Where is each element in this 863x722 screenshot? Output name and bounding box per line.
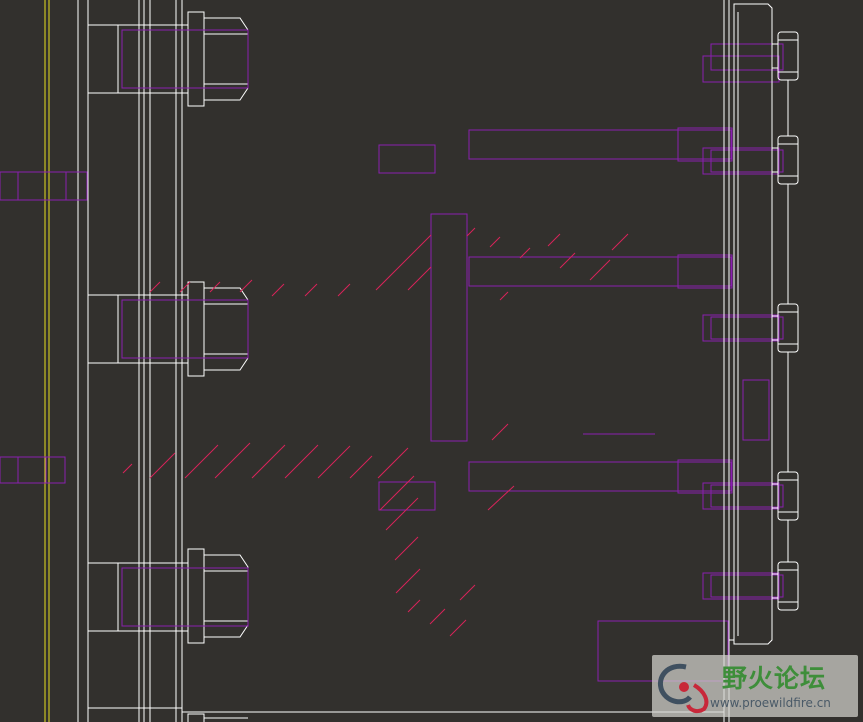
cad-drawing-canvas[interactable] bbox=[0, 0, 863, 722]
watermark-url: www.proewildfire.cn bbox=[710, 696, 831, 710]
forum-watermark: 野火论坛 www.proewildfire.cn bbox=[652, 655, 858, 717]
watermark-title: 野火论坛 bbox=[722, 664, 827, 693]
wildfire-logo-icon bbox=[658, 663, 709, 714]
